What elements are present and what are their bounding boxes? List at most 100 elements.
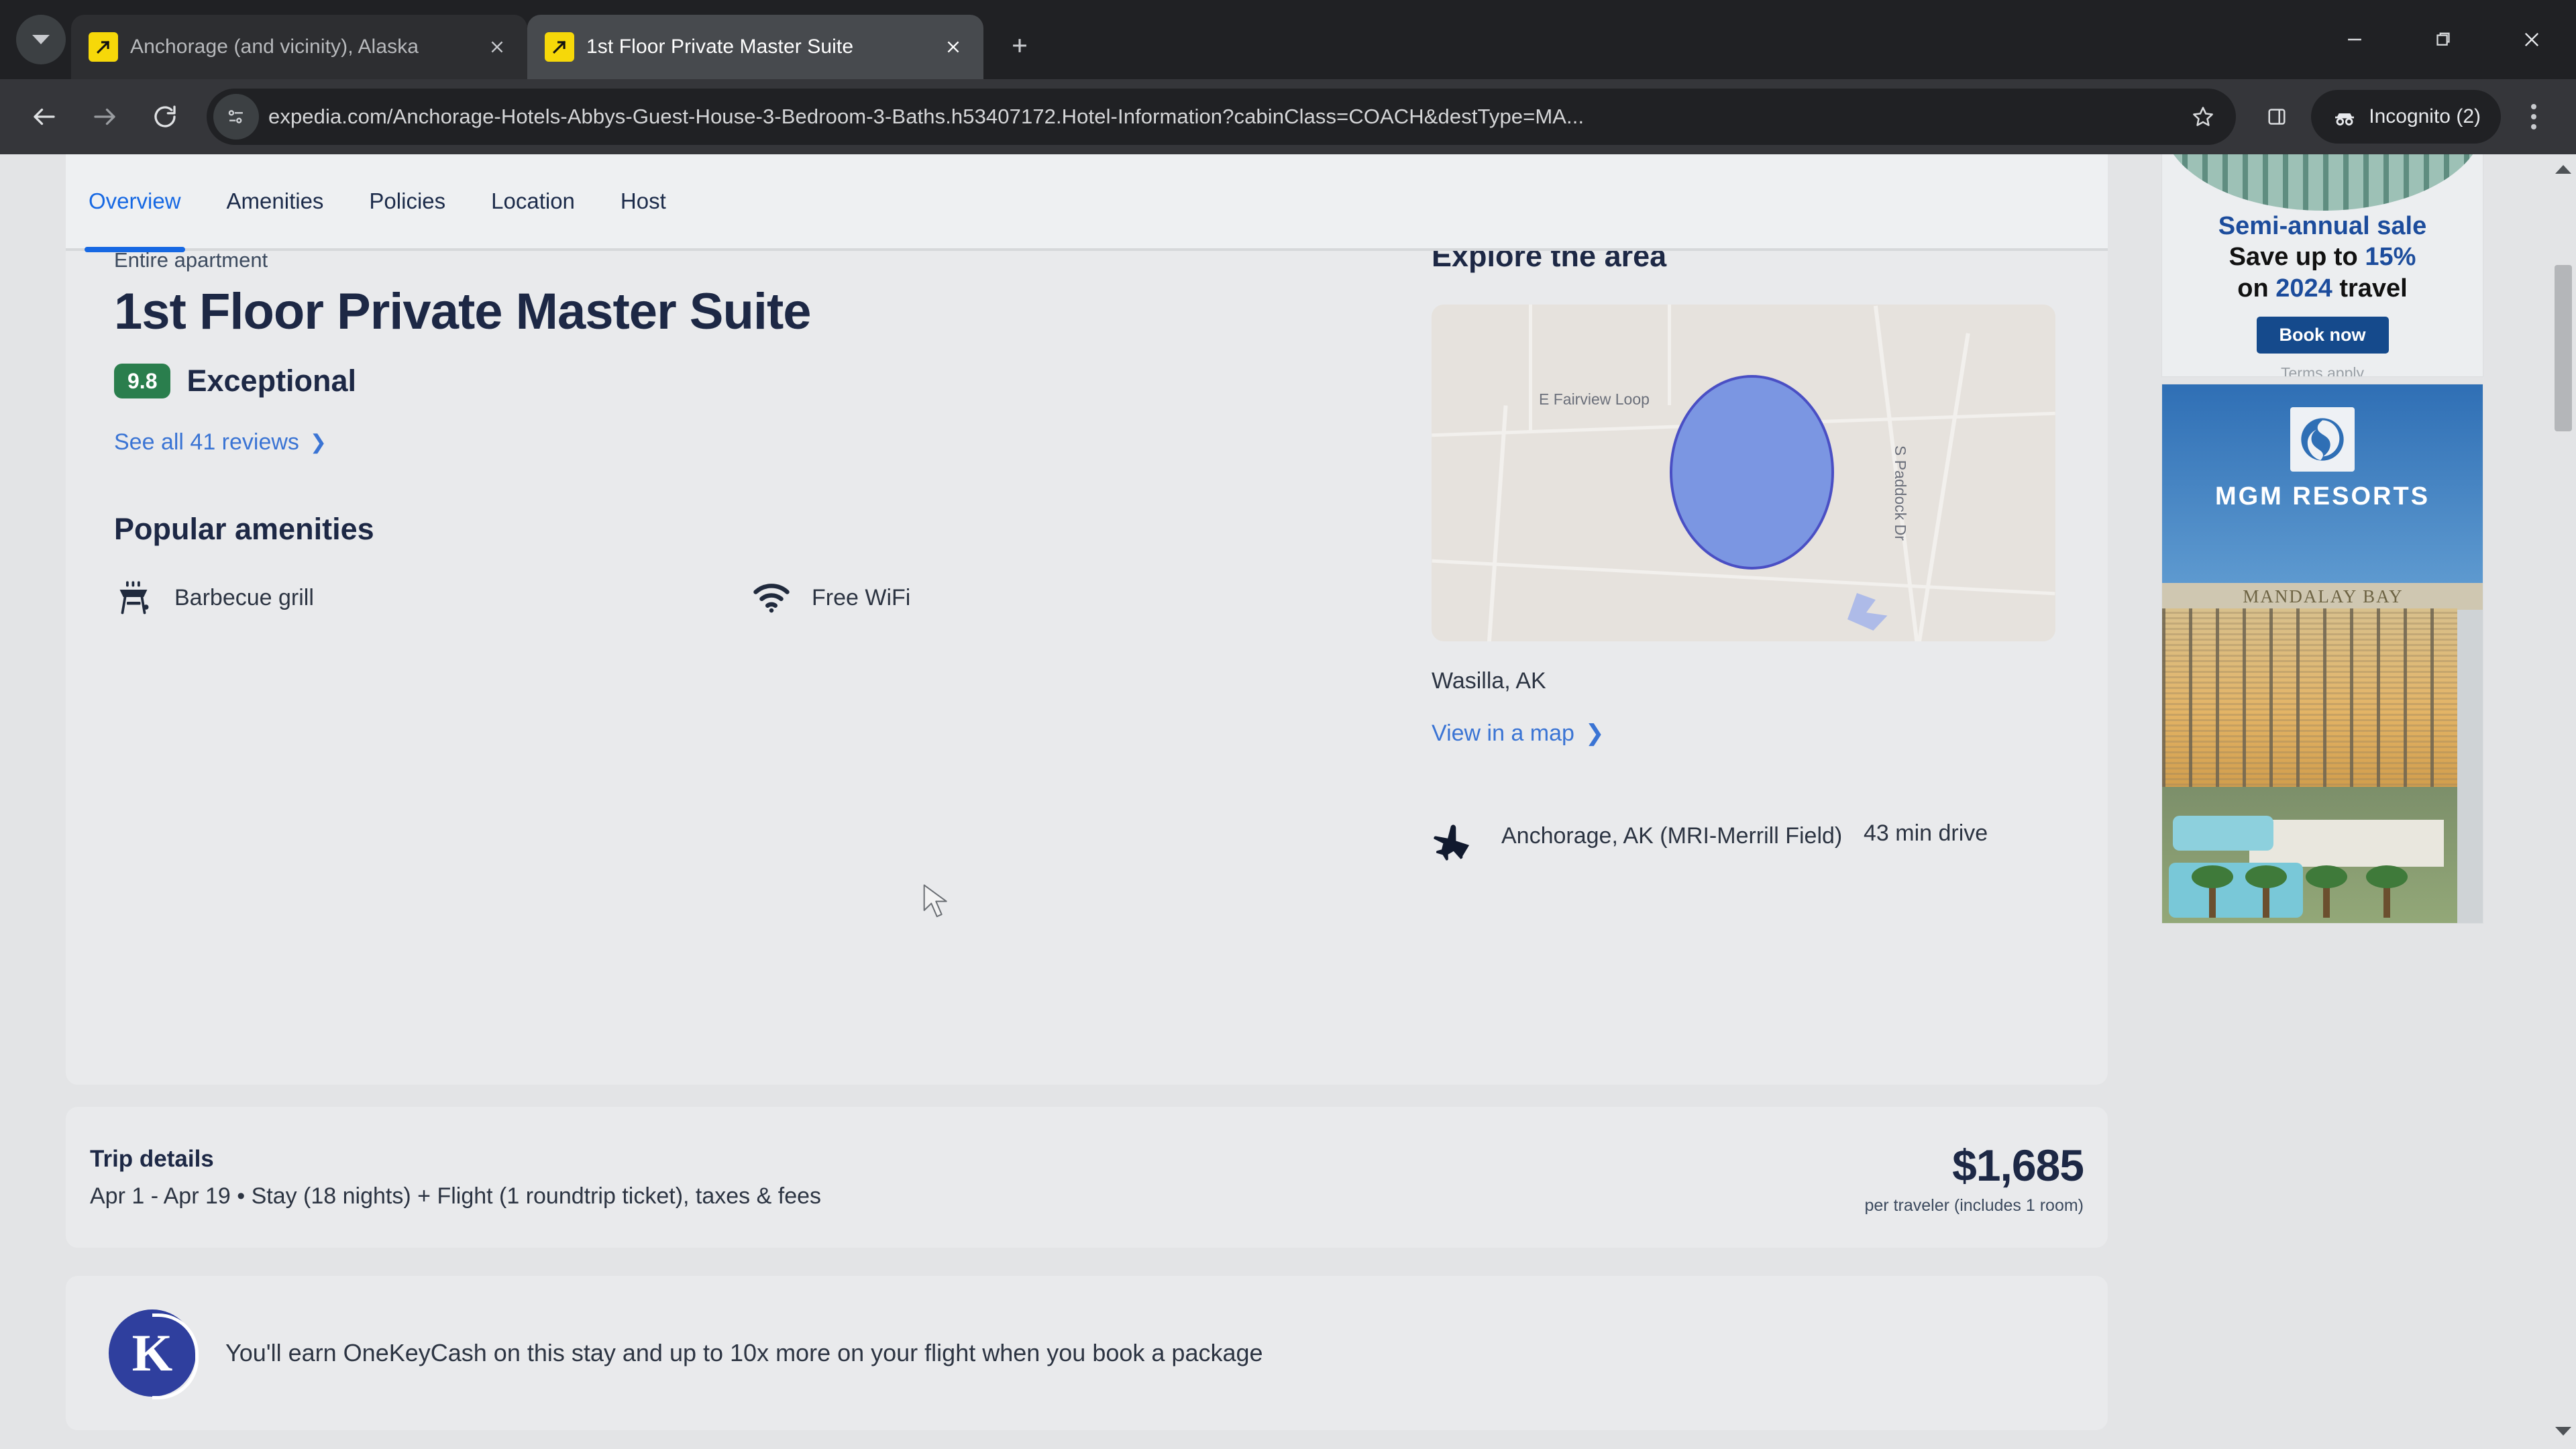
pool-water-upper [2173,816,2273,851]
amenity-label: Barbecue grill [174,584,314,610]
map-property-pin [1670,375,1834,570]
page-title: 1st Floor Private Master Suite [114,283,812,340]
ad-subline-2b: 2024 [2275,274,2332,303]
map-road [1668,305,1671,405]
mgm-lion-logo-icon [2290,407,2355,472]
map-label-fairview: E Fairview Loop [1539,390,1650,408]
scroll-down-button[interactable] [2551,1427,2576,1436]
rating-row: 9.8 Exceptional [114,364,1389,399]
map-road [1529,305,1532,432]
palm-tree-icon [2245,865,2287,918]
tab-title: Anchorage (and vicinity), Alaska [130,36,419,58]
scroll-up-button[interactable] [2551,165,2576,174]
airplane-icon [1434,824,1470,861]
map-preview[interactable]: E Fairview Loop S Paddock Dr [1432,305,2055,641]
amenity-item-free-wifi: Free WiFi [751,578,1389,618]
property-subnav: Overview Amenities Policies Location Hos… [66,154,2108,252]
ad-book-now-button[interactable]: Book now [2256,316,2389,354]
new-tab-button[interactable] [996,21,1044,70]
popular-amenities-heading: Popular amenities [114,512,374,547]
tab-strip: Anchorage (and vicinity), Alaska 1st Flo… [0,0,2576,79]
incognito-icon [2335,113,2355,126]
maximize-button[interactable] [2399,0,2487,79]
trip-details-card: Trip details Apr 1 - Apr 19 • Stay (18 n… [66,1107,2108,1248]
side-panel-icon[interactable] [2249,89,2304,144]
address-bar[interactable]: expedia.com/Anchorage-Hotels-Abbys-Guest… [207,89,2237,145]
back-button[interactable] [16,89,72,145]
palm-tree-icon [2192,865,2233,918]
browser-toolbar: expedia.com/Anchorage-Hotels-Abbys-Guest… [0,79,2576,154]
tab-host[interactable]: Host [598,154,689,250]
tab-search-button[interactable] [16,15,66,64]
advertisement-rail: Semi-annual sale Save up to 15% on 2024 … [2161,154,2483,924]
browser-tab-1[interactable]: Anchorage (and vicinity), Alaska [71,15,527,79]
ad-hero-image [2162,154,2483,211]
city-label: Wasilla, AK [1432,668,1546,694]
onekey-message: You'll earn OneKeyCash on this stay and … [225,1339,1263,1366]
ad-mgm-resorts[interactable]: MGM RESORTS MANDALAY BAY [2161,384,2483,924]
chevron-right-icon: ❯ [309,431,327,454]
minimize-button[interactable] [2310,0,2399,79]
ad-terms-text: Terms apply [2281,364,2364,377]
close-icon[interactable] [482,32,513,62]
page-scrollbar[interactable] [2551,154,2576,1449]
view-map-label: View in a map [1432,720,1574,746]
overview-card: Entire apartment 1st Floor Private Maste… [66,196,2108,1085]
resort-pool-image [2162,787,2457,923]
incognito-label: Incognito (2) [2369,105,2481,127]
amenity-item-barbecue-grill: Barbecue grill [114,578,751,618]
ad-headline: Semi-annual sale [2218,212,2427,240]
rating-score-badge: 9.8 [114,364,171,399]
ad-subline-1a: Save up to [2229,242,2365,271]
barbecue-grill-icon [119,581,149,614]
airport-drive-time: 43 min drive [1864,820,1988,846]
close-button[interactable] [2487,0,2576,79]
ad-subline-1: Save up to 15% [2171,242,2473,273]
chevron-down-icon [32,35,50,44]
amenities-list: Barbecue grill Free WiFi [114,578,1389,618]
wifi-icon [753,584,790,613]
tab-location[interactable]: Location [468,154,598,250]
pool-building [2249,820,2444,867]
map-water [1847,593,1888,631]
incognito-profile-button[interactable]: Incognito (2) [2311,90,2501,144]
tab-overview[interactable]: Overview [66,154,204,252]
browser-window: Anchorage (and vicinity), Alaska 1st Flo… [0,0,2576,1449]
palm-tree-icon [2366,865,2408,918]
trip-price: $1,685 [1952,1140,2084,1190]
chevron-right-icon: ❯ [1585,720,1605,746]
view-in-a-map-link[interactable]: View in a map ❯ [1432,720,2069,747]
ad-subline-2c: travel [2332,274,2408,303]
nearest-airport-row: Anchorage, AK (MRI-Merrill Field) 43 min… [1432,820,2069,862]
page-viewport: Entire apartment 1st Floor Private Maste… [0,154,2576,1449]
tab-amenities[interactable]: Amenities [204,154,347,250]
reload-button[interactable] [137,89,193,145]
trip-details-heading: Trip details [90,1145,214,1172]
trip-details-summary: Apr 1 - Apr 19 • Stay (18 nights) + Flig… [90,1183,822,1209]
map-road [1487,405,1508,641]
airport-name: Anchorage, AK (MRI-Merrill Field) [1501,823,1843,849]
chrome-menu-icon[interactable] [2508,91,2560,143]
window-controls [2310,0,2576,79]
ad-semi-annual-sale[interactable]: Semi-annual sale Save up to 15% on 2024 … [2161,154,2483,377]
expedia-icon [545,32,574,62]
url-text: expedia.com/Anchorage-Hotels-Abbys-Guest… [268,105,1585,128]
onekey-logo-icon: K [109,1309,199,1399]
tab-title: 1st Floor Private Master Suite [586,36,854,58]
mgm-brand-label: MGM RESORTS [2214,482,2430,511]
scrollbar-thumb[interactable] [2555,265,2572,431]
close-icon[interactable] [938,32,969,62]
expedia-icon [89,32,118,62]
mandalay-bay-sign: MANDALAY BAY [2162,583,2483,610]
forward-button[interactable] [76,89,133,145]
explore-the-area: Explore the area E Fairview Loop S Paddo… [1432,196,2069,862]
tab-policies[interactable]: Policies [346,154,468,250]
bookmark-star-icon[interactable] [2180,93,2226,140]
browser-tab-2[interactable]: 1st Floor Private Master Suite [527,15,983,79]
see-all-reviews-link[interactable]: See all 41 reviews ❯ [114,429,1389,455]
trip-price-note: per traveler (includes 1 room) [1864,1195,2084,1215]
property-type-label: Entire apartment [114,248,268,272]
chevron-down-icon [2555,1427,2571,1436]
site-settings-icon[interactable] [213,94,259,140]
map-road [1917,333,1970,641]
